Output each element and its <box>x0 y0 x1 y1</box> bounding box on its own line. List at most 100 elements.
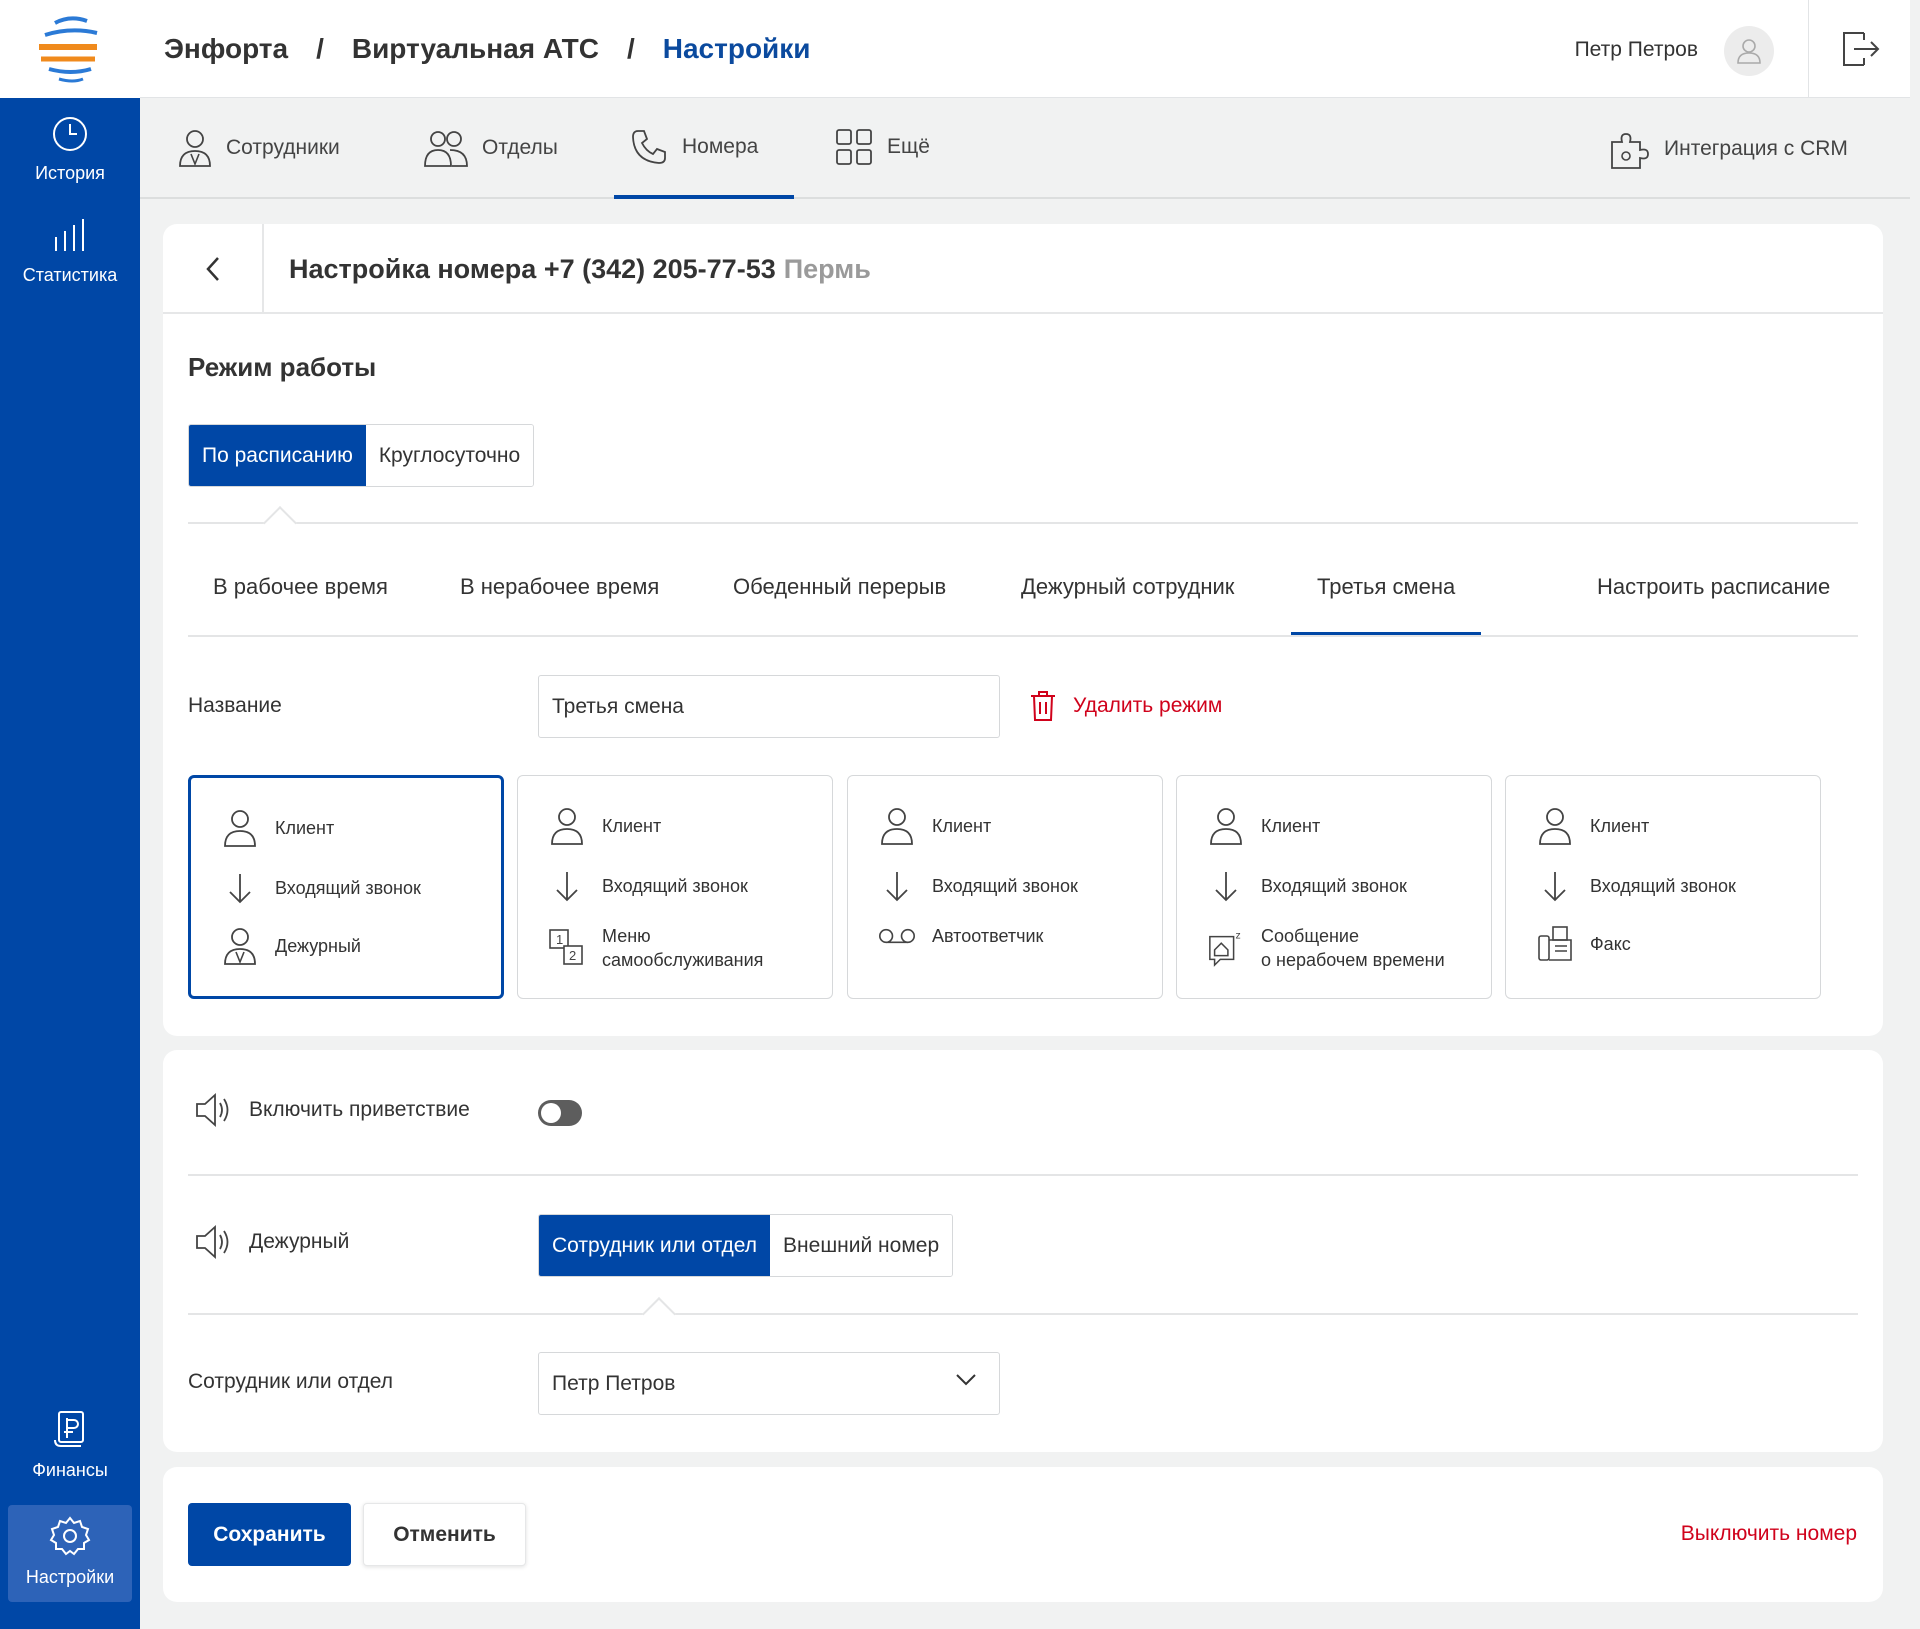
greeting-label: Включить приветствие <box>249 1098 470 1121</box>
sidebar-item-label: История <box>35 163 105 183</box>
duty-employee-or-dept-button[interactable]: Сотрудник или отдел <box>539 1215 771 1276</box>
duty-type-toggle: Сотрудник или отдел Внешний номер <box>538 1214 954 1277</box>
logo[interactable] <box>0 0 140 98</box>
flow-row-incoming-call: Входящий звонок <box>1207 870 1407 902</box>
flow-row-label: Входящий звонок <box>602 876 748 896</box>
tab-third-shift[interactable]: Третья смена <box>1317 574 1455 600</box>
work-mode-toggle: По расписанию Круглосуточно <box>188 424 535 487</box>
chevron-left-icon <box>205 257 219 281</box>
breadcrumb-item[interactable]: Виртуальная АТС <box>352 33 599 65</box>
flow-row-client: Клиент <box>878 806 991 846</box>
breadcrumb: Энфорта / Виртуальная АТС / Настройки <box>164 33 811 65</box>
flow-card-off-hours-message[interactable]: Клиент Входящий звонок z Сообщение о нера… <box>1176 775 1492 999</box>
tab-active-indicator <box>1291 632 1481 635</box>
nav-label: Номера <box>682 135 759 158</box>
flow-row-incoming-call: Входящий звонок <box>548 870 748 902</box>
nav-crm-integration[interactable]: Интеграция с CRM <box>1608 128 1848 170</box>
mode-scheduled-button[interactable]: По расписанию <box>189 425 366 486</box>
flow-card-fax[interactable]: Клиент Входящий звонок Факс <box>1505 775 1821 999</box>
ruble-document-icon <box>54 1411 84 1447</box>
breadcrumb-separator: / <box>316 33 324 64</box>
page-title: Настройка номера +7 (342) 205-77-53 Пермь <box>289 254 871 285</box>
mode-24h-button[interactable]: Круглосуточно <box>365 425 534 486</box>
nav-numbers[interactable]: Номера <box>630 128 758 166</box>
logout-icon <box>1842 32 1879 66</box>
flow-row-label: Клиент <box>602 816 662 836</box>
arrow-down-icon <box>1544 872 1566 902</box>
sidebar-item-finance[interactable]: Финансы <box>0 1410 140 1481</box>
flow-row-label: Входящий звонок <box>932 876 1078 896</box>
delete-mode-button[interactable]: Удалить режим <box>1029 690 1222 722</box>
name-input[interactable]: Третья смена <box>538 675 1000 738</box>
duty-employee-icon <box>224 928 256 965</box>
disable-number-button[interactable]: Выключить номер <box>1681 1522 1857 1546</box>
sidebar-item-settings[interactable]: Настройки <box>8 1505 132 1602</box>
nav-label: Ещё <box>887 135 930 158</box>
employee-icon <box>179 130 211 167</box>
fax-icon <box>1538 926 1572 961</box>
grid-icon <box>836 129 872 165</box>
back-button[interactable] <box>163 224 264 314</box>
sidebar-item-label: Финансы <box>32 1460 108 1480</box>
client-icon <box>881 808 913 845</box>
chevron-down-icon <box>956 1374 976 1386</box>
duty-label: Дежурный <box>249 1230 350 1253</box>
gear-icon <box>49 1516 91 1556</box>
tab-lunch-break[interactable]: Обеденный перерыв <box>733 574 946 600</box>
tab-duty-employee[interactable]: Дежурный сотрудник <box>1021 574 1234 600</box>
greeting-toggle[interactable] <box>538 1100 582 1126</box>
name-label: Название <box>188 694 282 717</box>
phone-icon <box>632 130 666 164</box>
flow-row-client: Клиент <box>221 808 334 848</box>
flow-row-target: Факс <box>1536 924 1631 964</box>
tab-working-hours[interactable]: В рабочее время <box>213 574 388 600</box>
logout-button[interactable] <box>1808 0 1910 98</box>
employee-or-dept-select[interactable]: Петр Петров <box>538 1352 1000 1415</box>
save-button[interactable]: Сохранить <box>188 1503 351 1566</box>
tabs-divider <box>188 635 1858 637</box>
duty-row: Дежурный <box>193 1222 349 1262</box>
tab-configure-schedule[interactable]: Настроить расписание <box>1597 574 1830 600</box>
flow-row-label: Клиент <box>1261 816 1321 836</box>
user-name[interactable]: Петр Петров <box>1575 38 1698 62</box>
flow-card-answering-machine[interactable]: Клиент Входящий звонок Автоответчик <box>847 775 1163 999</box>
breadcrumb-current: Настройки <box>662 33 811 64</box>
flow-row-label: Автоответчик <box>932 926 1044 946</box>
cancel-button[interactable]: Отменить <box>363 1503 526 1566</box>
flow-row-label: Входящий звонок <box>275 878 421 898</box>
card-header: Настройка номера +7 (342) 205-77-53 Пермь <box>163 224 1883 314</box>
puzzle-icon <box>1611 133 1649 169</box>
flow-row-label: Клиент <box>932 816 992 836</box>
greeting-row: Включить приветствие <box>193 1090 470 1130</box>
flow-row-target: Дежурный <box>221 926 361 966</box>
divider-notch <box>642 1297 676 1331</box>
page-title-text: Настройка номера +7 (342) 205-77-53 <box>289 254 776 284</box>
speaker-icon <box>196 1224 229 1260</box>
divider <box>188 1313 1858 1315</box>
tab-non-working-hours[interactable]: В нерабочее время <box>460 574 659 600</box>
sidebar-item-history[interactable]: История <box>0 115 140 184</box>
flow-card-duty[interactable]: Клиент Входящий звонок Дежурный <box>188 775 504 999</box>
flow-row-client: Клиент <box>1536 806 1649 846</box>
nav-label: Сотрудники <box>226 136 340 159</box>
delete-mode-label: Удалить режим <box>1073 694 1223 717</box>
svg-text:z: z <box>1236 931 1241 942</box>
user-icon <box>1737 39 1761 64</box>
flow-row-label: Меню самообслуживания <box>602 926 764 970</box>
sidebar-item-statistics[interactable]: Статистика <box>0 217 140 286</box>
flow-card-ivr[interactable]: Клиент Входящий звонок 12 Меню самообслуж… <box>517 775 833 999</box>
nav-more[interactable]: Ещё <box>835 128 930 166</box>
flow-row-target: z Сообщение о нерабочем времени <box>1207 924 1445 972</box>
avatar[interactable] <box>1724 26 1774 76</box>
breadcrumb-item[interactable]: Энфорта <box>164 33 288 65</box>
client-icon <box>1539 808 1571 845</box>
flow-row-label: Входящий звонок <box>1590 876 1736 896</box>
duty-external-number-button[interactable]: Внешний номер <box>770 1215 953 1276</box>
greeting-duty-card: Включить приветствие Дежурный Сотрудник … <box>163 1050 1883 1452</box>
nav-employees[interactable]: Сотрудники <box>178 128 340 168</box>
flow-row-incoming-call: Входящий звонок <box>221 872 421 904</box>
section-title: Режим работы <box>188 352 377 382</box>
nav-departments[interactable]: Отделы <box>424 128 558 168</box>
page-title-city: Пермь <box>783 254 871 284</box>
employee-select-value: Петр Петров <box>552 1371 676 1395</box>
